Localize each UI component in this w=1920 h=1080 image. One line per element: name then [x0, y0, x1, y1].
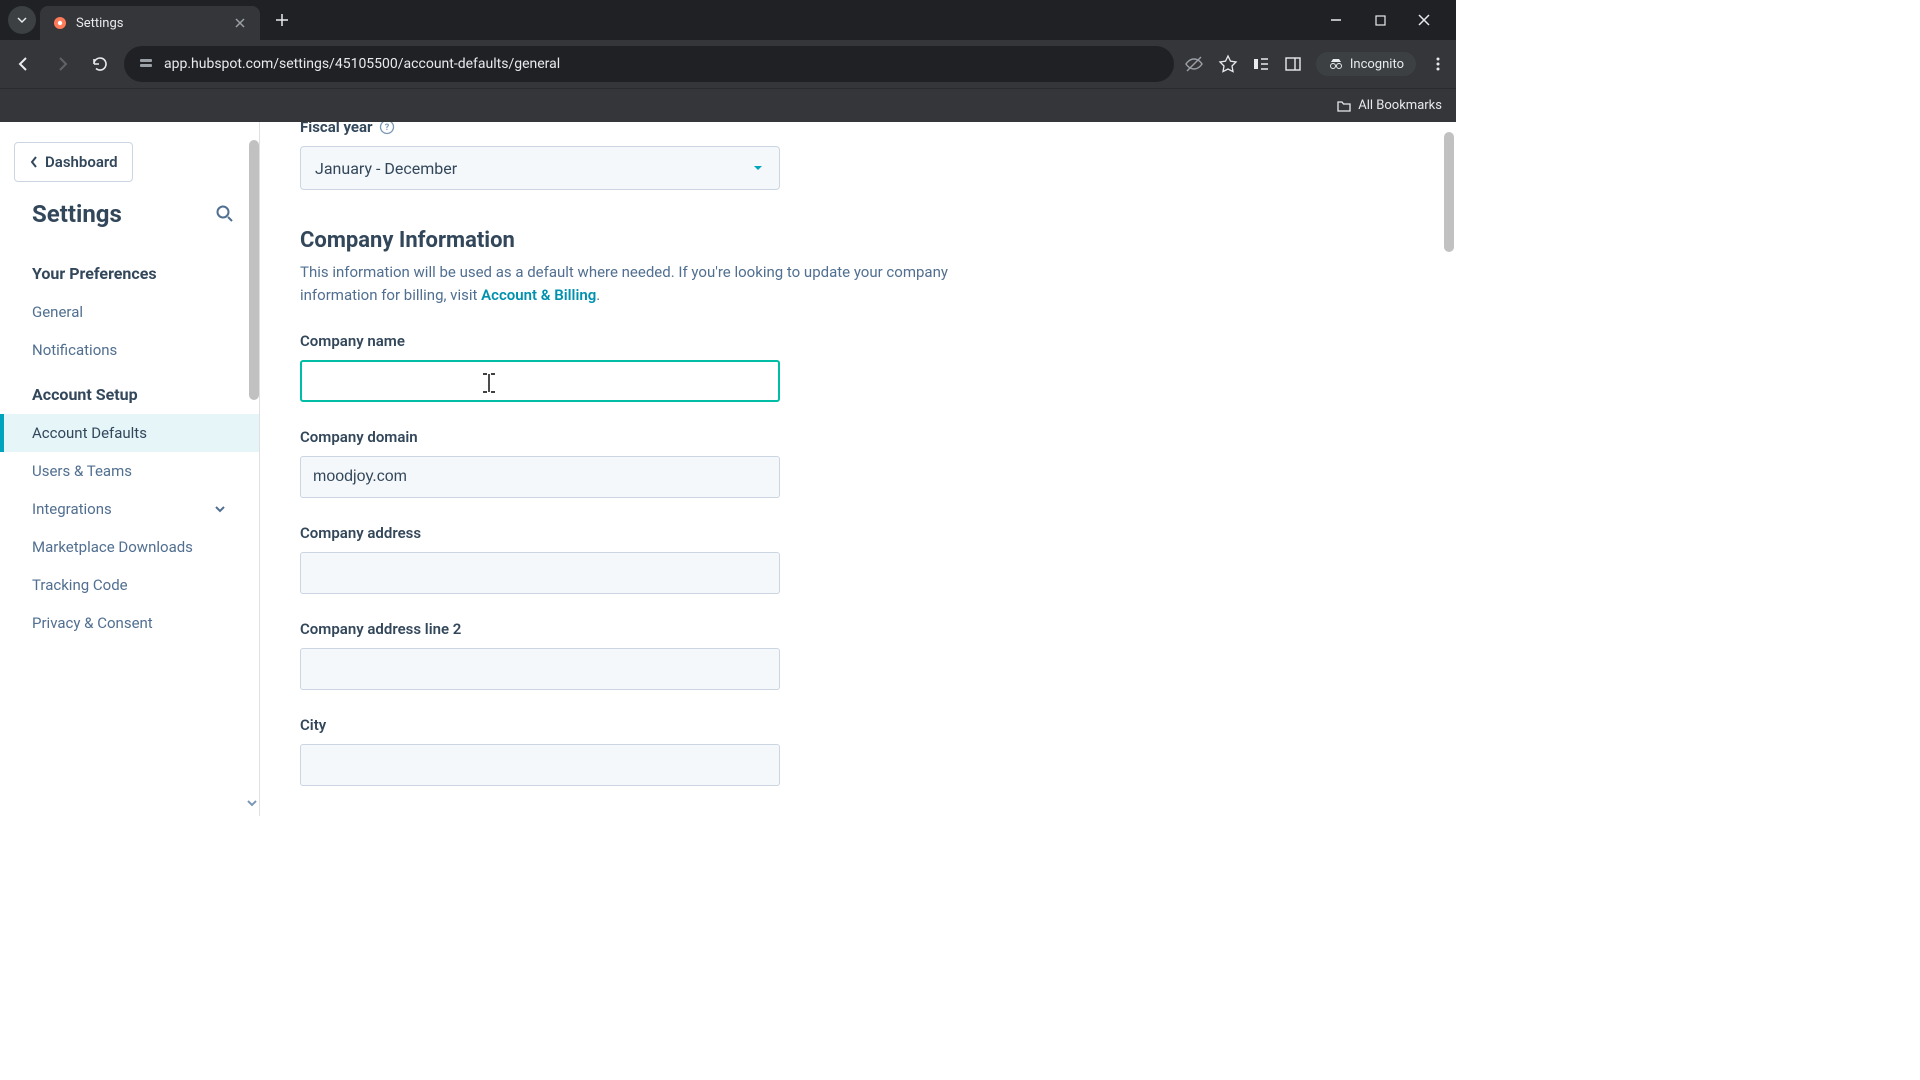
star-icon [1218, 54, 1238, 74]
plus-icon [275, 13, 289, 27]
city-field: City [300, 716, 1020, 786]
dashboard-label: Dashboard [45, 153, 118, 171]
company-info-description: This information will be used as a defau… [300, 261, 1000, 306]
sidebar-item-users-teams[interactable]: Users & Teams [0, 452, 259, 490]
caret-down-icon [751, 161, 765, 175]
url-bar[interactable]: app.hubspot.com/settings/45105500/accoun… [124, 46, 1174, 82]
help-icon[interactable]: ? [379, 122, 395, 135]
all-bookmarks-label: All Bookmarks [1358, 98, 1442, 113]
main-content: Fiscal year ? January - December Company… [260, 122, 1456, 816]
preferences-section-label: Your Preferences [0, 248, 259, 293]
company-info-heading: Company Information [300, 228, 1020, 253]
browser-menu-button[interactable] [1430, 56, 1446, 72]
company-domain-input[interactable] [300, 456, 780, 498]
hubspot-favicon-icon [52, 15, 68, 31]
company-name-input[interactable] [300, 360, 780, 402]
sidebar-item-general[interactable]: General [0, 293, 259, 331]
reload-icon [91, 55, 109, 73]
settings-header: Settings [0, 200, 259, 248]
company-address-field: Company address [300, 524, 1020, 594]
maximize-icon [1375, 15, 1386, 26]
tab-bar: Settings [0, 0, 1456, 40]
minimize-button[interactable] [1324, 8, 1348, 32]
city-label: City [300, 716, 1020, 734]
account-setup-section-label: Account Setup [0, 369, 259, 414]
fiscal-year-select[interactable]: January - December [300, 146, 780, 190]
app-page: Dashboard Settings Your Preferences Gene… [0, 122, 1456, 816]
tab-title: Settings [76, 16, 224, 31]
dashboard-back-link[interactable]: Dashboard [14, 142, 133, 182]
settings-sidebar: Dashboard Settings Your Preferences Gene… [0, 122, 260, 816]
company-name-field: Company name [300, 332, 1020, 402]
fiscal-year-value: January - December [315, 159, 457, 178]
account-billing-link[interactable]: Account & Billing [481, 286, 596, 304]
back-button[interactable] [10, 50, 38, 78]
search-icon [215, 204, 235, 224]
url-text: app.hubspot.com/settings/45105500/accoun… [164, 56, 560, 72]
company-address-input[interactable] [300, 552, 780, 594]
company-address-2-field: Company address line 2 [300, 620, 1020, 690]
company-domain-label: Company domain [300, 428, 1020, 446]
media-control-icon[interactable] [1252, 55, 1270, 73]
chevron-down-icon [213, 502, 227, 516]
tab-search-dropdown[interactable] [8, 6, 36, 34]
minimize-icon [1330, 14, 1342, 26]
side-panel-icon[interactable] [1284, 55, 1302, 73]
sidebar-scrollbar[interactable] [249, 140, 259, 400]
maximize-button[interactable] [1368, 8, 1392, 32]
close-icon [235, 18, 245, 28]
fiscal-year-label: Fiscal year ? [300, 122, 1020, 136]
browser-chrome: Settings app.hubspot.com/settings/451055… [0, 0, 1456, 122]
bookmarks-bar: All Bookmarks [0, 88, 1456, 122]
folder-icon [1336, 98, 1352, 114]
close-icon [1418, 14, 1430, 26]
sidebar-item-integrations[interactable]: Integrations [0, 490, 259, 528]
incognito-label: Incognito [1350, 57, 1404, 72]
new-tab-button[interactable] [268, 6, 296, 34]
city-input[interactable] [300, 744, 780, 786]
bookmark-star-button[interactable] [1218, 54, 1238, 74]
company-address-2-label: Company address line 2 [300, 620, 1020, 638]
arrow-right-icon [53, 55, 71, 73]
chevron-down-icon [16, 14, 28, 26]
incognito-icon [1328, 56, 1344, 72]
sidebar-item-account-defaults[interactable]: Account Defaults [0, 414, 259, 452]
all-bookmarks-button[interactable]: All Bookmarks [1336, 98, 1442, 114]
kebab-menu-icon [1430, 56, 1446, 72]
company-address-2-input[interactable] [300, 648, 780, 690]
address-bar: app.hubspot.com/settings/45105500/accoun… [0, 40, 1456, 88]
svg-text:?: ? [384, 123, 389, 133]
chevron-left-icon [29, 155, 39, 169]
arrow-left-icon [15, 55, 33, 73]
reload-button[interactable] [86, 50, 114, 78]
sidebar-scroll-down-icon[interactable] [245, 796, 259, 810]
sidebar-item-marketplace-downloads[interactable]: Marketplace Downloads [0, 528, 259, 566]
main-scrollbar[interactable] [1444, 132, 1454, 252]
forward-button[interactable] [48, 50, 76, 78]
company-name-label: Company name [300, 332, 1020, 350]
sidebar-item-tracking-code[interactable]: Tracking Code [0, 566, 259, 604]
toolbar-right: Incognito [1184, 52, 1446, 76]
settings-search-button[interactable] [215, 204, 235, 224]
close-window-button[interactable] [1412, 8, 1436, 32]
sidebar-item-privacy-consent[interactable]: Privacy & Consent [0, 604, 259, 642]
company-address-label: Company address [300, 524, 1020, 542]
settings-title: Settings [32, 200, 122, 228]
browser-tab[interactable]: Settings [40, 6, 260, 40]
window-controls [1324, 8, 1448, 32]
eye-blocked-icon[interactable] [1184, 54, 1204, 74]
site-settings-icon [138, 56, 154, 72]
tab-close-button[interactable] [232, 15, 248, 31]
sidebar-item-notifications[interactable]: Notifications [0, 331, 259, 369]
company-domain-field: Company domain [300, 428, 1020, 498]
incognito-badge[interactable]: Incognito [1316, 52, 1416, 76]
